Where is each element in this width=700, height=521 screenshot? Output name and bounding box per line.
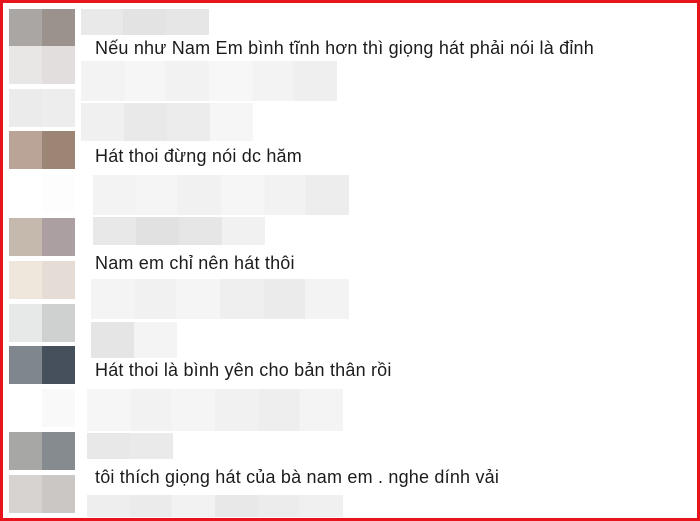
blurred-username xyxy=(93,175,349,215)
avatar-blurred xyxy=(9,261,75,299)
avatar-blurred xyxy=(9,475,75,513)
blurred-username xyxy=(91,322,177,358)
comment-text: Nam em chỉ nên hát thôi xyxy=(95,253,295,273)
blurred-username xyxy=(93,217,265,245)
blurred-username xyxy=(87,495,343,517)
comment-text: tôi thích giọng hát của bà nam em . nghe… xyxy=(95,467,500,487)
comment-text: Nếu như Nam Em bình tĩnh hơn thì giọng h… xyxy=(95,38,594,58)
avatar-blurred xyxy=(9,175,75,213)
comment-text: Hát thoi đừng nói dc hăm xyxy=(95,146,302,166)
avatar-blurred xyxy=(9,389,75,427)
blurred-username xyxy=(87,433,173,459)
avatar-blurred xyxy=(9,89,75,127)
blurred-username xyxy=(91,279,349,319)
avatar[interactable] xyxy=(9,131,75,169)
blurred-username xyxy=(81,103,253,141)
avatar[interactable] xyxy=(9,218,75,256)
avatar[interactable] xyxy=(9,432,75,470)
blurred-username xyxy=(87,389,343,431)
avatar-blurred xyxy=(9,304,75,342)
blurred-username xyxy=(81,61,337,101)
avatar[interactable] xyxy=(9,9,75,47)
comment-text: Hát thoi là bình yên cho bản thân rồi xyxy=(95,360,392,380)
comments-screenshot-frame: Nếu như Nam Em bình tĩnh hơn thì giọng h… xyxy=(0,0,700,521)
avatar-blurred xyxy=(9,46,75,84)
avatar[interactable] xyxy=(9,346,75,384)
blurred-username xyxy=(81,9,209,35)
